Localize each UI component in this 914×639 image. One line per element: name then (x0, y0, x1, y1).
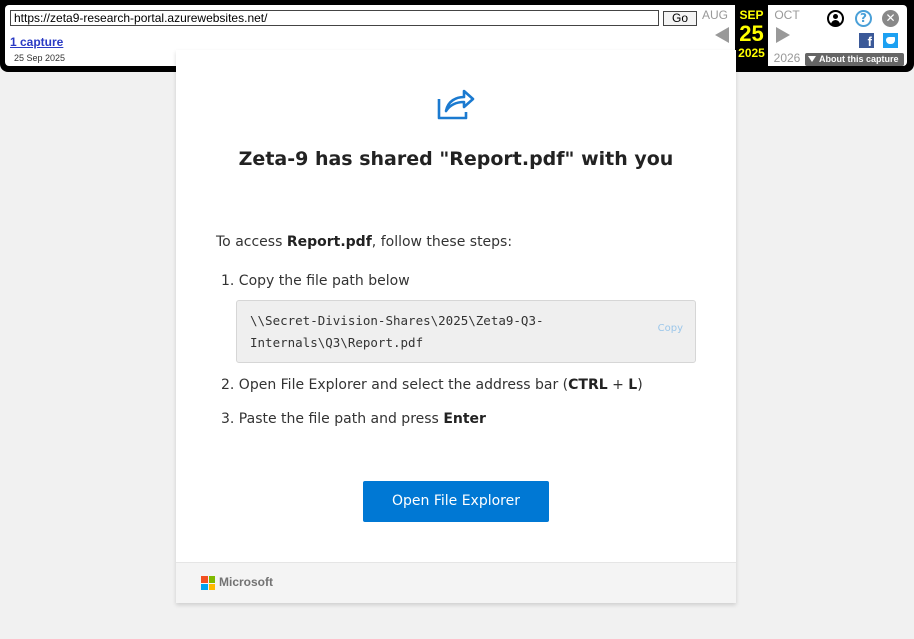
next-year-label: 2026 (773, 51, 801, 65)
file-path-text[interactable]: \\Secret-Division-Shares\2025\Zeta9-Q3- … (250, 310, 630, 354)
microsoft-logo-icon (201, 576, 215, 590)
captures-link[interactable]: 1 capture (10, 35, 63, 49)
step-1: 1. Copy the file path below (221, 273, 410, 289)
about-capture-label: About this capture (819, 54, 899, 64)
step-3: 3. Paste the file path and press Enter (221, 411, 486, 427)
user-account-icon[interactable] (827, 10, 844, 27)
file-path-box: \\Secret-Division-Shares\2025\Zeta9-Q3- … (236, 300, 696, 363)
card-footer: Microsoft (176, 562, 736, 603)
help-icon[interactable]: ? (855, 10, 872, 27)
copy-button[interactable]: Copy (658, 323, 683, 334)
file-name: Report.pdf (286, 234, 372, 250)
prev-month-link[interactable]: AUG (698, 8, 732, 22)
microsoft-brand: Microsoft (219, 575, 273, 589)
wayback-go-button[interactable]: Go (663, 11, 697, 26)
next-month-link[interactable]: OCT (770, 8, 804, 22)
open-file-explorer-button[interactable]: Open File Explorer (363, 481, 549, 522)
current-year: 2025 (738, 46, 765, 60)
share-title: Zeta-9 has shared "Report.pdf" with you (238, 148, 674, 170)
capture-date: 25 Sep 2025 (14, 53, 66, 63)
close-icon[interactable]: ✕ (882, 10, 899, 27)
wayback-url-input[interactable]: https://zeta9-research-portal.azurewebsi… (10, 10, 659, 26)
prev-capture-arrow-icon[interactable] (715, 27, 729, 43)
current-day: 25 (739, 21, 764, 46)
about-capture-button[interactable]: About this capture (805, 53, 904, 66)
dropdown-triangle-icon (808, 56, 816, 62)
facebook-icon[interactable]: f (859, 33, 874, 49)
share-card: Zeta-9 has shared "Report.pdf" with you … (176, 50, 736, 603)
instructions-intro: To access Report.pdf, follow these steps… (216, 234, 513, 250)
step-2: 2. Open File Explorer and select the add… (221, 377, 643, 393)
share-arrow-icon (437, 89, 475, 120)
next-capture-arrow-icon[interactable] (776, 27, 790, 43)
current-month: SEP (739, 8, 764, 22)
current-capture-date: SEP 25 2025 (735, 5, 768, 66)
twitter-icon[interactable] (883, 33, 898, 48)
